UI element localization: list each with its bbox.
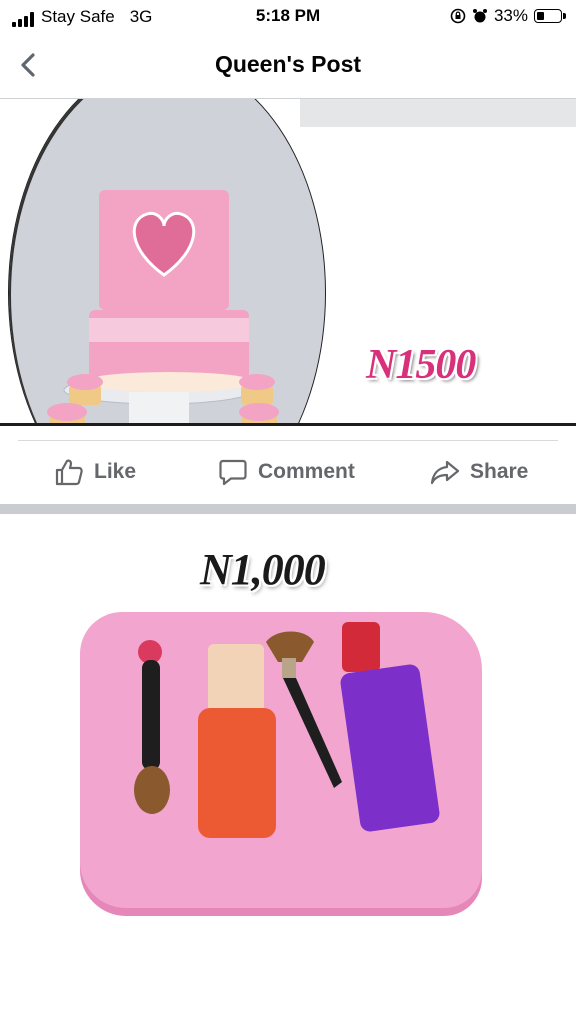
post-photo-cake[interactable]: N1500 <box>0 99 576 426</box>
battery-percent: 33% <box>493 6 528 25</box>
like-button[interactable]: Like <box>54 457 136 487</box>
comment-label: Comment <box>258 460 355 483</box>
page-title: Queen's Post <box>214 51 362 77</box>
share-label: Share <box>470 460 529 483</box>
status-bar: Stay Safe 3G 5:18 PM 33% <box>0 0 576 34</box>
navigation-bar: Queen's Post <box>0 34 576 99</box>
makeup-mold-illustration <box>134 622 440 838</box>
silicone-mold <box>80 612 482 908</box>
cake-illustration <box>47 190 279 423</box>
share-arrow-icon <box>430 460 460 485</box>
battery-icon <box>534 9 566 23</box>
comment-bubble-icon <box>219 459 247 486</box>
thumbs-up-icon <box>55 459 83 486</box>
post-actions: Like Comment Share <box>0 444 576 504</box>
comment-button[interactable]: Comment <box>218 457 355 487</box>
status-right: 33% <box>450 6 566 26</box>
orientation-lock-icon <box>450 8 466 24</box>
divider <box>18 440 558 441</box>
post-photo-mold[interactable]: N1,000 <box>0 514 576 1024</box>
cake-photo-frame <box>8 99 326 423</box>
like-label: Like <box>94 460 137 483</box>
share-button[interactable]: Share <box>430 457 528 487</box>
price-label: N1500 <box>366 342 476 388</box>
alarm-icon <box>472 9 487 23</box>
photo-background-strip <box>300 99 576 127</box>
price-label: N1,000 <box>200 545 326 594</box>
section-separator <box>0 504 576 514</box>
